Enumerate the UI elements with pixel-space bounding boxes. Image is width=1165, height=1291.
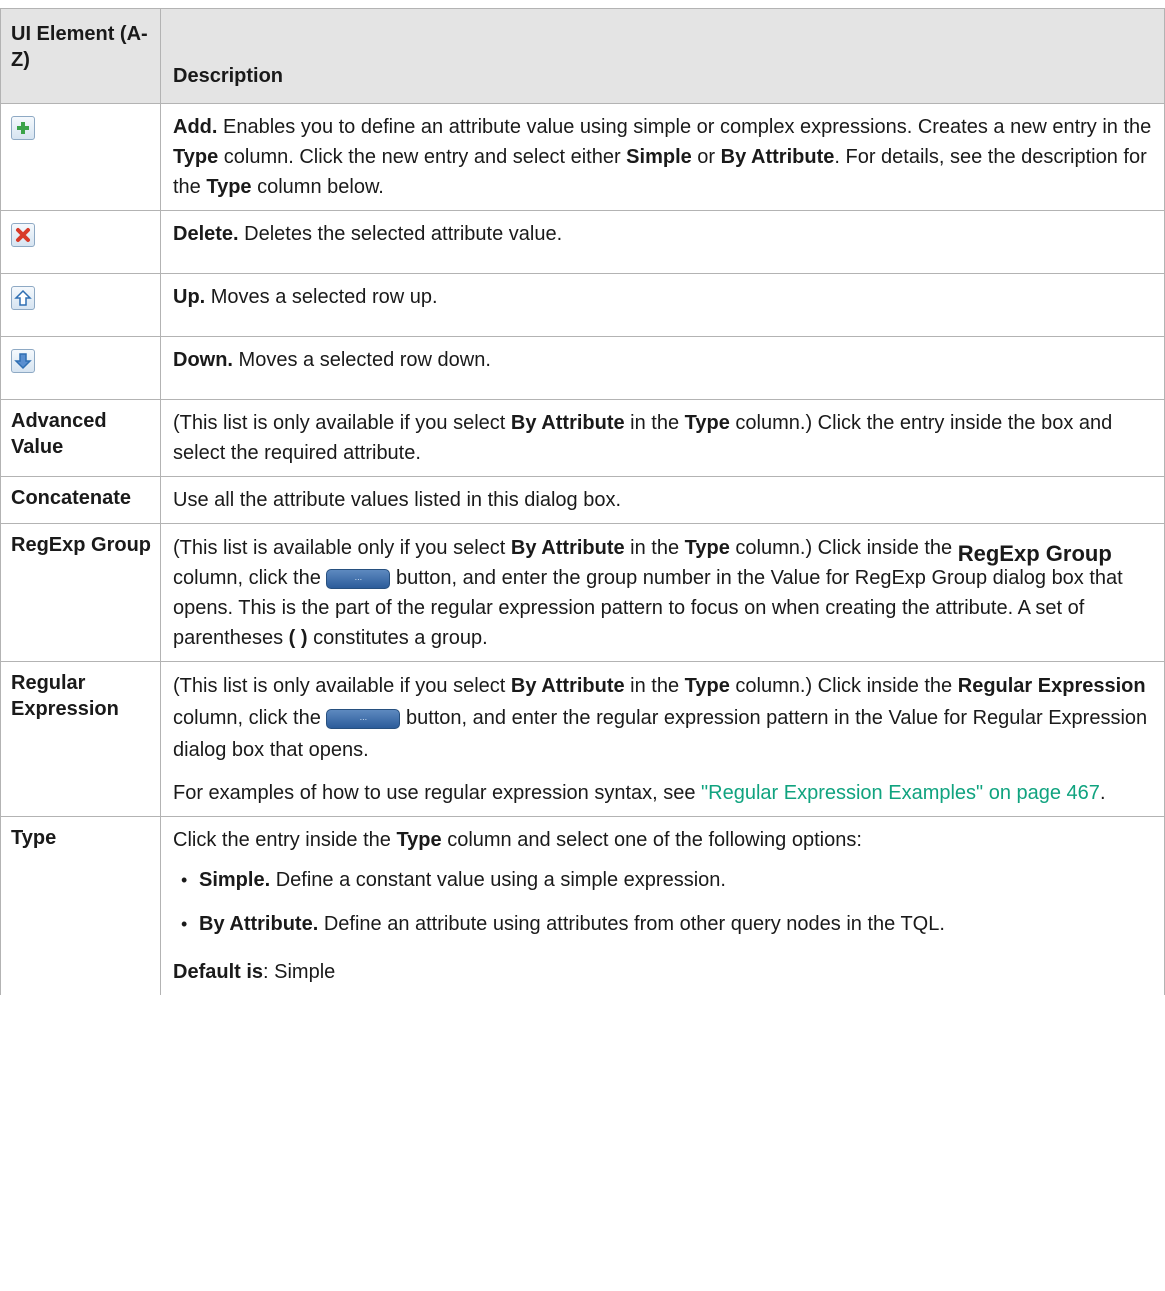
table-row-add: Add. Enables you to define an attribute … — [0, 104, 1165, 211]
default-value-note: Default is: Simple — [173, 961, 336, 983]
description-regexp-group: (This list is available only if you sele… — [161, 524, 1165, 661]
description-up: Up. Moves a selected row up. — [161, 274, 1165, 336]
ui-elements-table: UI Element (A-Z) Description Add. Enable… — [0, 8, 1165, 995]
add-plus-icon — [11, 116, 35, 140]
description-type: Click the entry inside the Type column a… — [161, 817, 1165, 995]
table-row-delete: Delete. Deletes the selected attribute v… — [0, 211, 1165, 274]
row-label-regexp-group: RegExp Group — [0, 524, 161, 661]
arrow-up-icon — [11, 286, 35, 310]
description-concatenate: Use all the attribute values listed in t… — [161, 477, 1165, 523]
table-row-down: Down. Moves a selected row down. — [0, 337, 1165, 400]
type-options-list: Simple. Define a constant value using a … — [173, 865, 1152, 939]
description-down: Down. Moves a selected row down. — [161, 337, 1165, 399]
ellipsis-button-icon: ... — [326, 708, 401, 729]
table-row-regular-expression: Regular Expression (This list is only av… — [0, 662, 1165, 817]
row-label-regular-expression: Regular Expression — [0, 662, 161, 816]
description-add: Add. Enables you to define an attribute … — [161, 104, 1165, 210]
row-label-type: Type — [0, 817, 161, 995]
description-regular-expression: (This list is only available if you sele… — [161, 662, 1165, 816]
table-row-regexp-group: RegExp Group (This list is available onl… — [0, 524, 1165, 662]
table-header: UI Element (A-Z) Description — [0, 8, 1165, 104]
description-advanced-value: (This list is only available if you sele… — [161, 400, 1165, 476]
row-label-concatenate: Concatenate — [0, 477, 161, 523]
list-item: By Attribute. Define an attribute using … — [181, 909, 1152, 939]
regular-expression-examples-link[interactable]: "Regular Expression Examples" on page 46… — [701, 782, 1100, 804]
table-row-type: Type Click the entry inside the Type col… — [0, 817, 1165, 995]
list-item: Simple. Define a constant value using a … — [181, 865, 1152, 895]
table-row-advanced-value: Advanced Value (This list is only availa… — [0, 400, 1165, 477]
delete-x-icon — [11, 223, 35, 247]
header-ui-element: UI Element (A-Z) — [0, 9, 161, 103]
row-label-advanced-value: Advanced Value — [0, 400, 161, 476]
header-description: Description — [161, 9, 1165, 103]
arrow-down-icon — [11, 349, 35, 373]
table-row-concatenate: Concatenate Use all the attribute values… — [0, 477, 1165, 524]
table-row-up: Up. Moves a selected row up. — [0, 274, 1165, 337]
description-delete: Delete. Deletes the selected attribute v… — [161, 211, 1165, 273]
ellipsis-button-icon: ... — [326, 568, 391, 589]
